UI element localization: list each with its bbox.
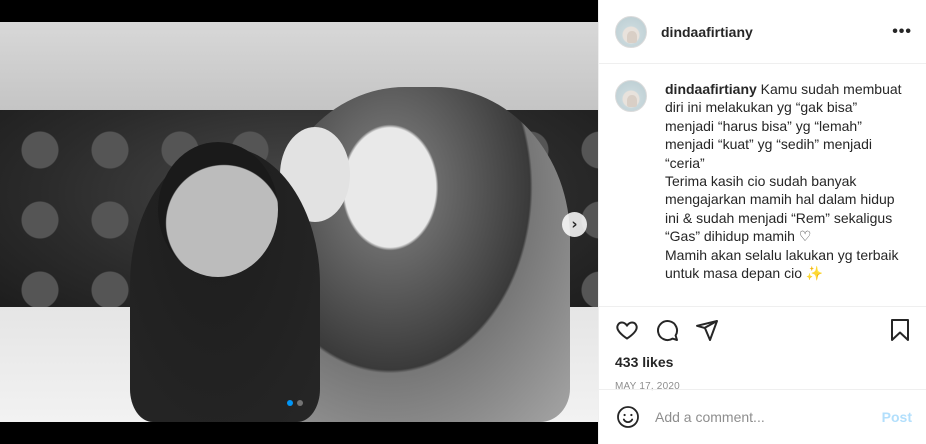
comment-box: Post — [599, 389, 926, 444]
carousel-next-button[interactable]: › — [562, 212, 587, 237]
header-username[interactable]: dindaafirtiany — [661, 24, 892, 40]
post-comment-button[interactable]: Post — [882, 409, 912, 425]
comment-icon — [657, 320, 679, 342]
smiley-icon — [617, 406, 639, 428]
bookmark-icon — [891, 319, 909, 341]
carousel-dot — [297, 400, 303, 406]
caption-username[interactable]: dindaafirtiany — [665, 81, 757, 97]
action-bar — [599, 307, 926, 353]
chevron-right-icon: › — [571, 215, 578, 233]
heart-icon — [616, 321, 638, 340]
likes-count[interactable]: 433 likes — [599, 353, 926, 371]
post-header: dindaafirtiany ••• — [599, 0, 926, 64]
carousel-indicator — [287, 400, 303, 406]
like-button[interactable] — [615, 318, 639, 342]
photo-boy-head — [158, 142, 278, 277]
post-photo[interactable] — [0, 22, 598, 422]
avatar[interactable] — [615, 80, 647, 112]
carousel-dot — [287, 400, 293, 406]
avatar[interactable] — [615, 15, 647, 48]
post-side-panel: dindaafirtiany ••• dindaafirtiany Kamu s… — [598, 0, 926, 444]
more-horizontal-icon[interactable]: ••• — [892, 23, 912, 41]
post-media: › — [0, 0, 598, 444]
save-button[interactable] — [888, 318, 912, 342]
photo-wall — [0, 22, 598, 112]
share-button[interactable] — [695, 318, 719, 342]
comment-input[interactable] — [655, 409, 882, 425]
comment-button[interactable] — [655, 318, 679, 342]
emoji-button[interactable] — [615, 404, 641, 430]
caption: dindaafirtiany Kamu sudah membuat diri i… — [665, 80, 902, 306]
caption-area: dindaafirtiany Kamu sudah membuat diri i… — [599, 64, 926, 307]
caption-text: Kamu sudah membuat diri ini melakukan yg… — [665, 81, 902, 282]
paper-plane-icon — [696, 320, 718, 341]
